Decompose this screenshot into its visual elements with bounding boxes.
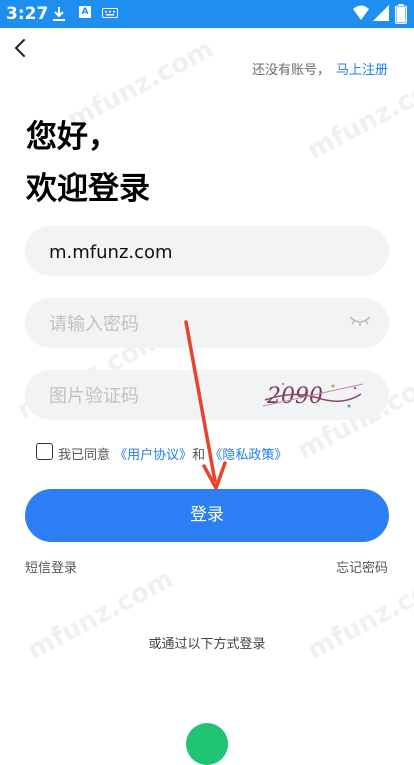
privacy-policy-link[interactable]: 《隐私政策》 bbox=[209, 448, 287, 463]
login-button[interactable]: 登录 bbox=[25, 489, 389, 542]
watermark: mfunz.com bbox=[302, 64, 414, 166]
a-icon: A bbox=[79, 6, 91, 18]
user-agreement-link[interactable]: 《用户协议》 bbox=[114, 448, 192, 463]
password-field[interactable] bbox=[25, 298, 389, 350]
status-bar: 3:27 A bbox=[0, 0, 414, 28]
agreement-checkbox[interactable] bbox=[36, 443, 53, 460]
other-login-methods-label: 或通过以下方式登录 bbox=[148, 637, 266, 652]
username-input[interactable] bbox=[47, 226, 321, 278]
captcha-image[interactable]: 2090 bbox=[263, 376, 363, 414]
keyboard-icon bbox=[102, 8, 118, 18]
back-chevron-icon[interactable] bbox=[10, 36, 34, 60]
register-link[interactable]: 马上注册 bbox=[336, 63, 388, 78]
wifi-icon bbox=[353, 5, 369, 20]
username-field[interactable] bbox=[25, 226, 389, 278]
no-account-text: 还没有账号， bbox=[251, 63, 330, 78]
agreement-text: 我已同意 《用户协议》和 《隐私政策》 bbox=[58, 444, 287, 463]
password-input[interactable] bbox=[47, 298, 321, 350]
signal-icon bbox=[373, 5, 389, 21]
wechat-login-icon[interactable] bbox=[186, 723, 228, 765]
battery-icon bbox=[395, 4, 407, 24]
sms-login-link[interactable]: 短信登录 bbox=[25, 557, 77, 576]
eye-closed-icon[interactable] bbox=[349, 314, 371, 328]
greeting-line-2: 欢迎登录 bbox=[26, 171, 150, 207]
status-time: 3:27 bbox=[6, 4, 49, 24]
page-title: 您好， 欢迎登录 bbox=[26, 111, 150, 215]
forgot-password-link[interactable]: 忘记密码 bbox=[336, 557, 388, 576]
greeting-line-1: 您好， bbox=[26, 119, 119, 155]
agreement-prefix: 我已同意 bbox=[58, 448, 111, 463]
register-prompt: 还没有账号， 马上注册 bbox=[252, 59, 388, 78]
captcha-field[interactable]: 2090 bbox=[25, 370, 389, 422]
download-icon bbox=[53, 7, 65, 21]
agreement-and: 和 bbox=[192, 448, 206, 463]
